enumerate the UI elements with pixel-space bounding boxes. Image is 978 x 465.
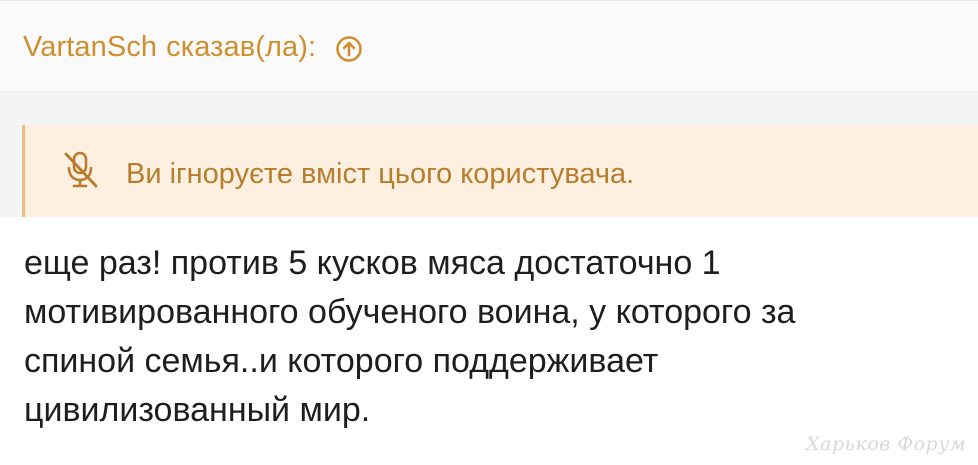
quote-said-label: сказав(ла): (166, 31, 317, 63)
post-text-line: мотивированного обученого воина, у котор… (24, 293, 796, 331)
ignored-notice-text: Ви ігноруєте вміст цього користувача. (126, 158, 635, 190)
post-text: еще раз! против 5 кусков мяса достаточно… (24, 239, 924, 435)
watermark: Харьков Форум (806, 433, 966, 455)
arrow-up-circle-icon[interactable] (335, 35, 363, 63)
microphone-muted-icon (58, 147, 104, 193)
forum-post: VartanSch сказав(ла): Ви ігноруєте вміст… (0, 0, 978, 465)
post-text-line: цивилизованный мир. (24, 391, 371, 429)
post-text-line: спиной семья..и которого поддерживает (24, 342, 659, 380)
post-body: еще раз! против 5 кусков мяса достаточно… (0, 217, 978, 465)
ignored-content-notice: Ви ігноруєте вміст цього користувача. (22, 125, 978, 217)
quote-author-name[interactable]: VartanSch (23, 31, 157, 64)
quote-header: VartanSch сказав(ла): (0, 0, 978, 92)
post-text-line: еще раз! против 5 кусков мяса достаточно… (24, 244, 721, 282)
quote-author-link[interactable]: VartanSch сказав(ла): (23, 31, 363, 64)
